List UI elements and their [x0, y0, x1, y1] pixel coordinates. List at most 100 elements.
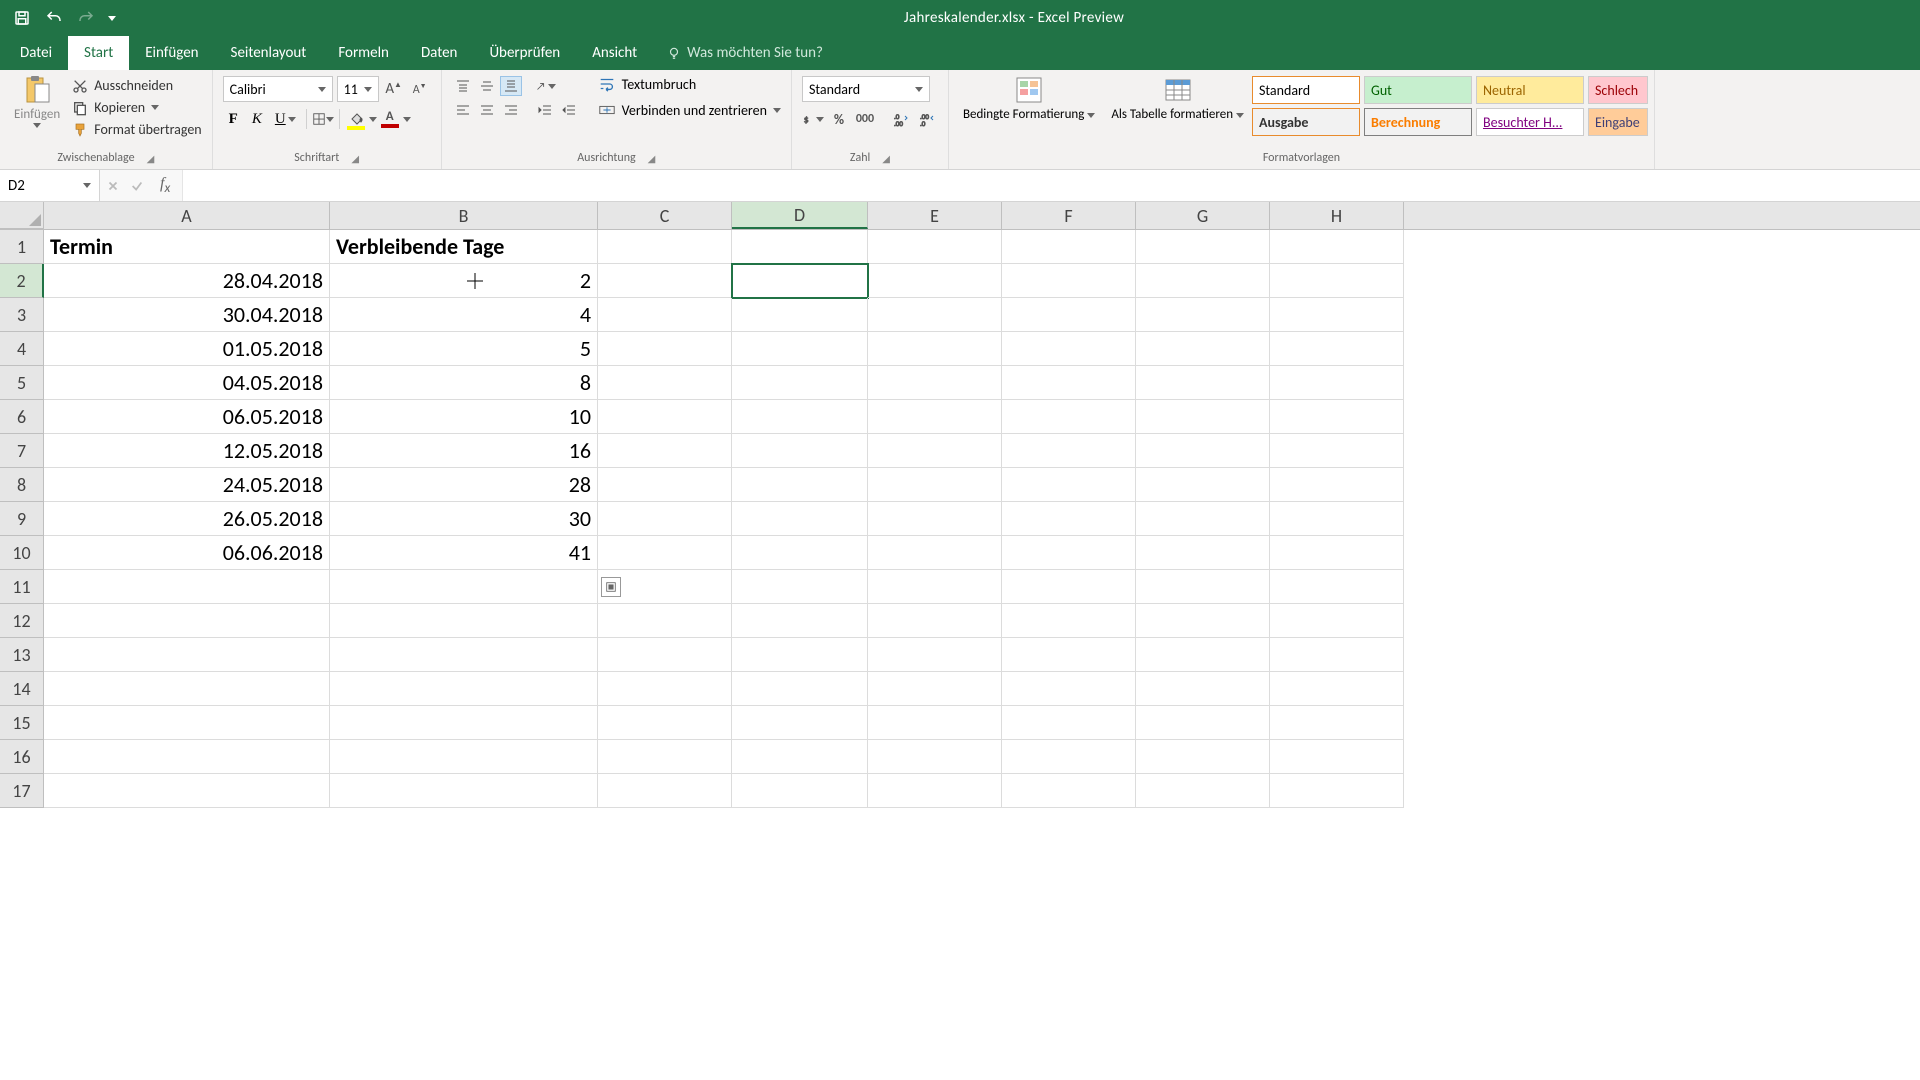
row-header-6[interactable]: 6 — [0, 400, 44, 434]
formula-input[interactable] — [183, 170, 1920, 201]
cell-F17[interactable] — [1002, 774, 1136, 808]
cell-F8[interactable] — [1002, 468, 1136, 502]
cell-D16[interactable] — [732, 740, 868, 774]
cell-E7[interactable] — [868, 434, 1002, 468]
cell-H5[interactable] — [1270, 366, 1404, 400]
align-center-button[interactable] — [476, 100, 498, 120]
cell-D9[interactable] — [732, 502, 868, 536]
cell-B1[interactable]: Verbleibende Tage — [330, 230, 598, 264]
cell-G6[interactable] — [1136, 400, 1270, 434]
cell-E10[interactable] — [868, 536, 1002, 570]
align-middle-button[interactable] — [476, 76, 498, 96]
cell-E5[interactable] — [868, 366, 1002, 400]
underline-button[interactable]: U — [270, 109, 301, 130]
cell-B17[interactable] — [330, 774, 598, 808]
align-bottom-button[interactable] — [500, 76, 522, 96]
row-header-14[interactable]: 14 — [0, 672, 44, 706]
cell-F2[interactable] — [1002, 264, 1136, 298]
decrease-decimal-button[interactable]: .00.0 — [916, 108, 938, 130]
cell-C16[interactable] — [598, 740, 732, 774]
cell-B7[interactable]: 16 — [330, 434, 598, 468]
font-name-combo[interactable]: Calibri — [223, 76, 333, 102]
cell-H11[interactable] — [1270, 570, 1404, 604]
fill-color-button[interactable] — [345, 108, 367, 130]
cell-F16[interactable] — [1002, 740, 1136, 774]
cell-G10[interactable] — [1136, 536, 1270, 570]
cell-A14[interactable] — [44, 672, 330, 706]
cell-H12[interactable] — [1270, 604, 1404, 638]
tab-ansicht[interactable]: Ansicht — [576, 36, 653, 70]
cell-B9[interactable]: 30 — [330, 502, 598, 536]
cell-H2[interactable] — [1270, 264, 1404, 298]
col-header-A[interactable]: A — [44, 202, 330, 229]
row-header-7[interactable]: 7 — [0, 434, 44, 468]
cell-G3[interactable] — [1136, 298, 1270, 332]
select-all-corner[interactable] — [0, 202, 44, 229]
format-painter-button[interactable]: Format übertragen — [68, 120, 205, 139]
orientation-button[interactable] — [534, 76, 556, 96]
row-header-9[interactable]: 9 — [0, 502, 44, 536]
bold-button[interactable]: F — [223, 109, 244, 130]
shrink-font-button[interactable]: A▼ — [409, 78, 431, 100]
cell-G1[interactable] — [1136, 230, 1270, 264]
cell-A1[interactable]: Termin — [44, 230, 330, 264]
cell-H10[interactable] — [1270, 536, 1404, 570]
col-header-C[interactable]: C — [598, 202, 732, 229]
cell-F10[interactable] — [1002, 536, 1136, 570]
cell-D10[interactable] — [732, 536, 868, 570]
cell-H15[interactable] — [1270, 706, 1404, 740]
cell-H14[interactable] — [1270, 672, 1404, 706]
tab-einfuegen[interactable]: Einfügen — [129, 36, 214, 70]
cell-D4[interactable] — [732, 332, 868, 366]
row-header-12[interactable]: 12 — [0, 604, 44, 638]
row-header-3[interactable]: 3 — [0, 298, 44, 332]
merge-center-button[interactable]: Verbinden und zentrieren — [594, 100, 785, 120]
cell-H1[interactable] — [1270, 230, 1404, 264]
cell-A5[interactable]: 04.05.2018 — [44, 366, 330, 400]
cell-B6[interactable]: 10 — [330, 400, 598, 434]
insert-function-button[interactable]: fx — [154, 175, 176, 196]
cell-C8[interactable] — [598, 468, 732, 502]
copy-button[interactable]: Kopieren — [68, 98, 205, 117]
cell-F1[interactable] — [1002, 230, 1136, 264]
cell-A11[interactable] — [44, 570, 330, 604]
cell-C12[interactable] — [598, 604, 732, 638]
cell-C2[interactable] — [598, 264, 732, 298]
cell-C7[interactable] — [598, 434, 732, 468]
undo-button[interactable] — [42, 6, 66, 30]
cell-E4[interactable] — [868, 332, 1002, 366]
col-header-G[interactable]: G — [1136, 202, 1270, 229]
cell-G7[interactable] — [1136, 434, 1270, 468]
cell-H8[interactable] — [1270, 468, 1404, 502]
cell-H9[interactable] — [1270, 502, 1404, 536]
row-header-5[interactable]: 5 — [0, 366, 44, 400]
cell-G17[interactable] — [1136, 774, 1270, 808]
cell-E14[interactable] — [868, 672, 1002, 706]
style-berechnung[interactable]: Berechnung — [1364, 108, 1472, 136]
cell-B16[interactable] — [330, 740, 598, 774]
number-launcher[interactable]: ◢ — [882, 152, 890, 165]
cell-E2[interactable] — [868, 264, 1002, 298]
cell-D15[interactable] — [732, 706, 868, 740]
cell-A9[interactable]: 26.05.2018 — [44, 502, 330, 536]
cell-E12[interactable] — [868, 604, 1002, 638]
name-box[interactable]: D2 — [0, 170, 100, 201]
row-header-8[interactable]: 8 — [0, 468, 44, 502]
cell-G14[interactable] — [1136, 672, 1270, 706]
tab-start[interactable]: Start — [68, 36, 129, 70]
cell-D17[interactable] — [732, 774, 868, 808]
style-gut[interactable]: Gut — [1364, 76, 1472, 104]
cell-F12[interactable] — [1002, 604, 1136, 638]
cell-H3[interactable] — [1270, 298, 1404, 332]
cell-G2[interactable] — [1136, 264, 1270, 298]
cell-F9[interactable] — [1002, 502, 1136, 536]
style-neutral[interactable]: Neutral — [1476, 76, 1584, 104]
row-header-16[interactable]: 16 — [0, 740, 44, 774]
accounting-format-button[interactable]: $ — [802, 108, 824, 130]
cell-C13[interactable] — [598, 638, 732, 672]
cell-G15[interactable] — [1136, 706, 1270, 740]
cell-E13[interactable] — [868, 638, 1002, 672]
italic-button[interactable]: K — [246, 109, 268, 130]
tab-daten[interactable]: Daten — [405, 36, 473, 70]
cell-G16[interactable] — [1136, 740, 1270, 774]
